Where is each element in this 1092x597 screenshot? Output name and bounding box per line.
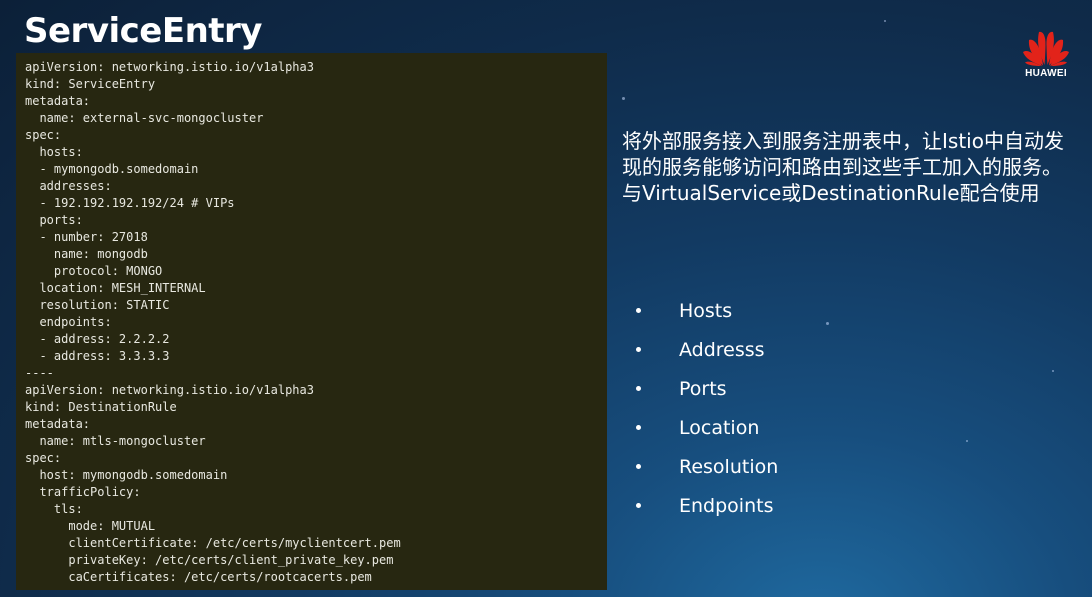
- code-line: - address: 2.2.2.2: [25, 332, 170, 346]
- code-line: - address: 3.3.3.3: [25, 349, 170, 363]
- feature-label: Hosts: [679, 299, 733, 322]
- feature-item: Endpoints: [632, 486, 778, 525]
- feature-label: Ports: [679, 377, 727, 400]
- background-star-decoration: [826, 322, 829, 325]
- code-line: tls:: [25, 502, 83, 516]
- feature-item: Resolution: [632, 447, 778, 486]
- code-line: metadata:: [25, 417, 91, 431]
- feature-item: Ports: [632, 369, 778, 408]
- background-star-decoration: [966, 440, 968, 442]
- code-line: hosts:: [25, 145, 83, 159]
- code-line: - number: 27018: [25, 230, 148, 244]
- code-line: apiVersion: networking.istio.io/v1alpha3: [25, 60, 314, 74]
- huawei-logo: HUAWEI: [1018, 28, 1074, 82]
- code-line: - 192.192.192.192/24 # VIPs: [25, 196, 235, 210]
- code-line: protocol: MONGO: [25, 264, 163, 278]
- code-line: metadata:: [25, 94, 91, 108]
- code-line: privateKey: /etc/certs/client_private_ke…: [25, 553, 394, 567]
- code-line: endpoints:: [25, 315, 112, 329]
- code-line: ports:: [25, 213, 83, 227]
- code-line: ----: [25, 366, 54, 380]
- feature-list: Hosts Addresss Ports Location Resolution…: [632, 291, 778, 525]
- code-line: mode: MUTUAL: [25, 519, 156, 533]
- code-line: host: mymongodb.somedomain: [25, 468, 228, 482]
- code-line: kind: DestinationRule: [25, 400, 177, 414]
- bullet-icon: [636, 503, 641, 508]
- code-line: name: mongodb: [25, 247, 148, 261]
- service-entry-description: 将外部服务接入到服务注册表中，让Istio中自动发现的服务能够访问和路由到这些手…: [622, 129, 1064, 205]
- bullet-icon: [636, 347, 641, 352]
- feature-label: Resolution: [679, 455, 779, 478]
- feature-item: Hosts: [632, 291, 778, 330]
- bullet-icon: [636, 308, 641, 313]
- background-star-decoration: [884, 20, 886, 22]
- feature-label: Addresss: [679, 338, 765, 361]
- feature-label: Endpoints: [679, 494, 774, 517]
- code-line: name: external-svc-mongocluster: [25, 111, 264, 125]
- code-text: apiVersion: networking.istio.io/v1alpha3…: [16, 53, 607, 586]
- code-line: addresses:: [25, 179, 112, 193]
- code-line: location: MESH_INTERNAL: [25, 281, 206, 295]
- code-line: caCertificates: /etc/certs/rootcacerts.p…: [25, 570, 372, 584]
- feature-item: Location: [632, 408, 778, 447]
- code-line: - mymongodb.somedomain: [25, 162, 199, 176]
- slide-title: ServiceEntry: [24, 11, 262, 51]
- code-line: trafficPolicy:: [25, 485, 141, 499]
- code-line: resolution: STATIC: [25, 298, 170, 312]
- feature-label: Location: [679, 416, 760, 439]
- bullet-icon: [636, 464, 641, 469]
- bullet-icon: [636, 386, 641, 391]
- code-line: name: mtls-mongocluster: [25, 434, 206, 448]
- feature-item: Addresss: [632, 330, 778, 369]
- background-star-decoration: [622, 97, 625, 100]
- code-line: apiVersion: networking.istio.io/v1alpha3: [25, 383, 314, 397]
- huawei-logo-text: HUAWEI: [1025, 68, 1067, 79]
- code-line: kind: ServiceEntry: [25, 77, 156, 91]
- huawei-petal-logo-icon: [1023, 31, 1069, 66]
- yaml-code-block: apiVersion: networking.istio.io/v1alpha3…: [16, 53, 607, 590]
- code-line: spec:: [25, 451, 62, 465]
- code-line: spec:: [25, 128, 62, 142]
- code-line: clientCertificate: /etc/certs/myclientce…: [25, 536, 401, 550]
- background-star-decoration: [1052, 370, 1054, 372]
- bullet-icon: [636, 425, 641, 430]
